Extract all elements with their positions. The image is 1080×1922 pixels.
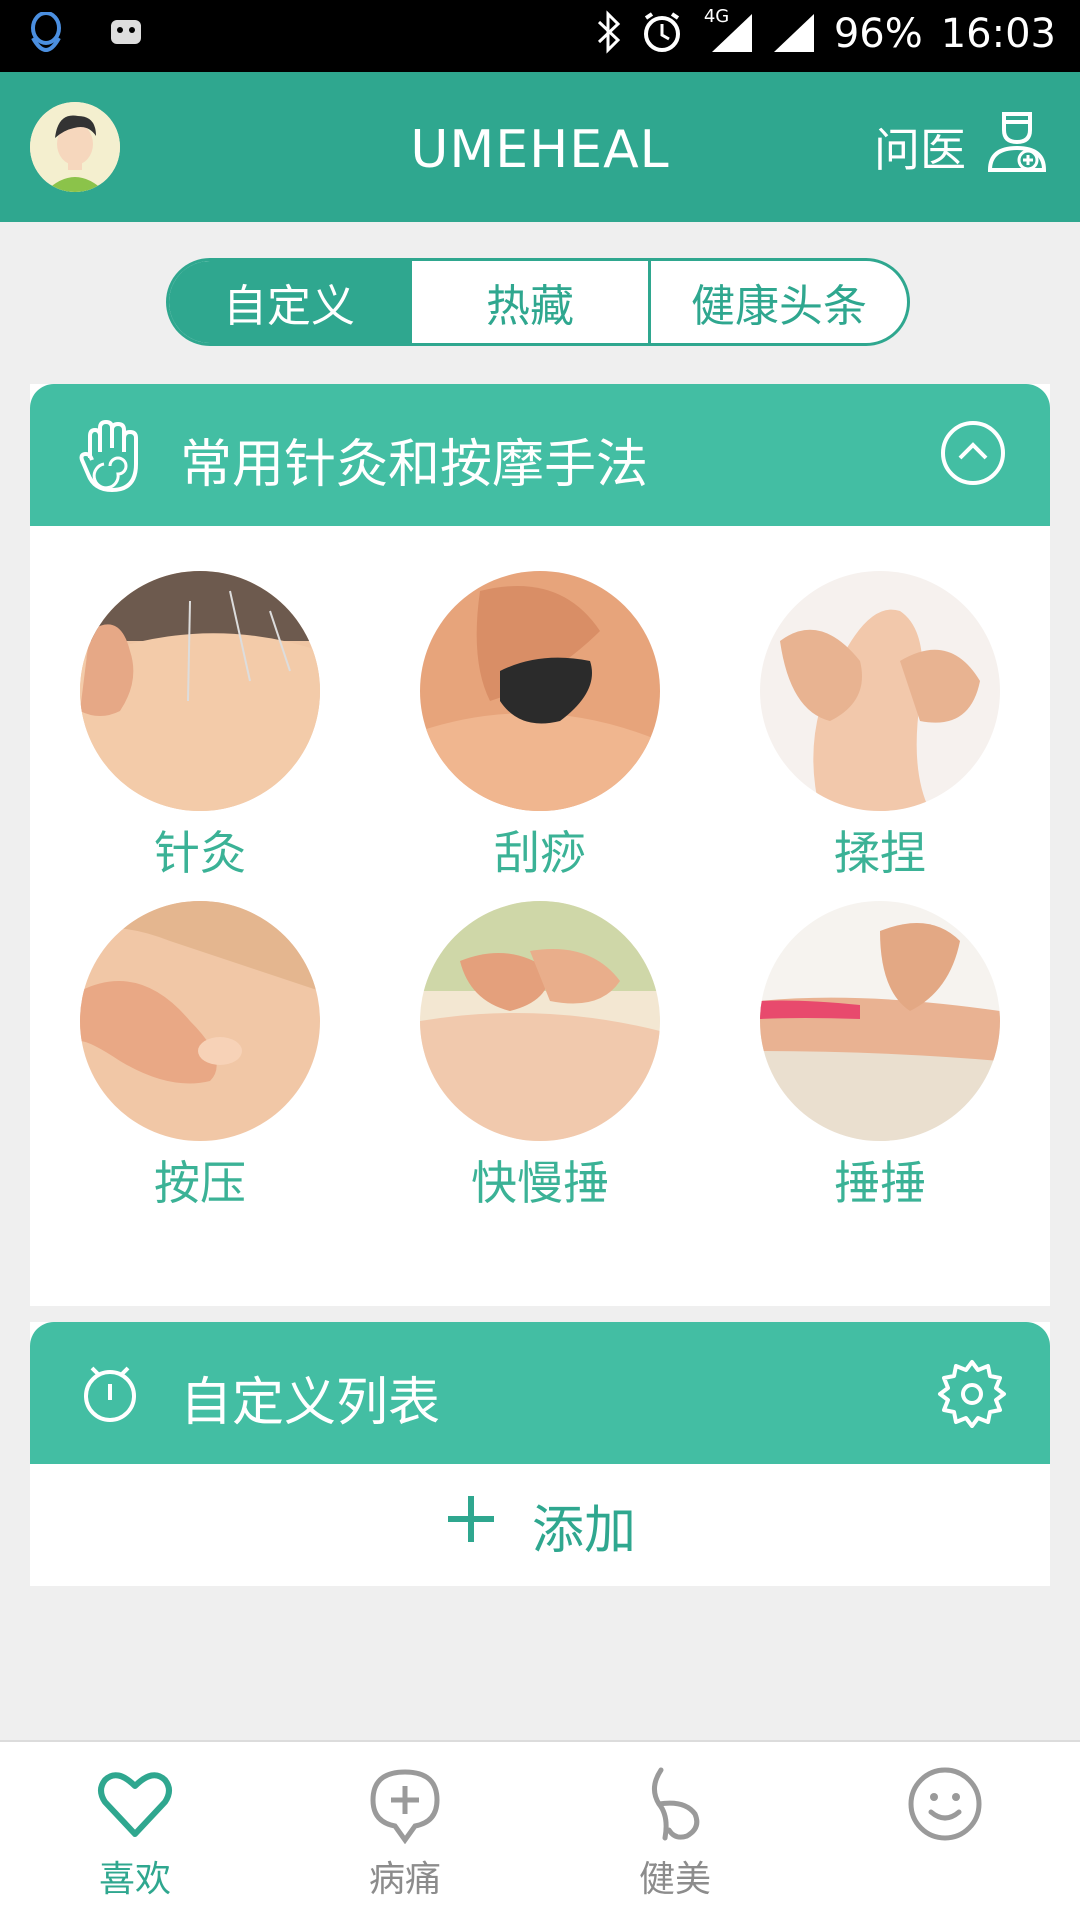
tab-health-headlines[interactable]: 健康头条 [648, 261, 907, 343]
nav-profile[interactable] [875, 1764, 1015, 1850]
technique-pressing[interactable]: 按压 [80, 901, 320, 1213]
add-label: 添加 [531, 1500, 636, 1561]
tab-hot-collection[interactable]: 热藏 [409, 261, 648, 343]
android-icon [108, 12, 144, 62]
battery-level: 96% [833, 11, 923, 57]
acupuncture-image [80, 571, 320, 811]
nav-favorites[interactable]: 喜欢 [65, 1764, 205, 1902]
nav-label: 病痛 [368, 1859, 441, 1900]
techniques-card-title: 常用针灸和按摩手法 [180, 435, 649, 495]
segmented-tabs: 自定义 热藏 健康头条 [166, 258, 910, 346]
techniques-card-header[interactable]: 常用针灸和按摩手法 [30, 384, 1050, 526]
technique-fast-slow-tapping[interactable]: 快慢捶 [420, 901, 660, 1213]
bottom-navigation: 喜欢 病痛 健美 [0, 1740, 1080, 1922]
plus-bubble-icon [365, 1769, 445, 1848]
custom-list-card: 自定义列表 添加 [30, 1322, 1050, 1586]
pressing-image [80, 901, 320, 1141]
nav-fitness[interactable]: 健美 [605, 1764, 745, 1902]
kneading-image [760, 571, 1000, 811]
nav-label: 健美 [638, 1859, 711, 1900]
technique-label: 快慢捶 [471, 1156, 609, 1210]
signal-4g-icon: 4G [702, 6, 754, 58]
technique-kneading[interactable]: 揉捏 [760, 571, 1000, 883]
smiley-icon [905, 1767, 985, 1848]
gear-icon[interactable] [936, 1356, 1008, 1432]
qq-icon [28, 11, 64, 62]
nav-label: 喜欢 [98, 1859, 171, 1900]
doctor-icon [984, 108, 1050, 185]
status-bar: 4G 96% 16:03 [0, 0, 1080, 72]
timer-icon [78, 1356, 142, 1430]
add-button[interactable]: 添加 [30, 1464, 1050, 1586]
technique-label: 刮痧 [494, 826, 586, 880]
technique-gua-sha[interactable]: 刮痧 [420, 571, 660, 883]
clock-time: 16:03 [940, 11, 1056, 57]
techniques-card: 常用针灸和按摩手法 针灸 刮痧 揉捏 按压 快慢捶 捶捶 [30, 384, 1050, 1306]
technique-label: 按压 [154, 1156, 246, 1210]
nav-ailments[interactable]: 病痛 [335, 1764, 475, 1902]
app-bar: UMEHEAL 问医 [0, 72, 1080, 222]
alarm-icon [640, 10, 684, 58]
body-icon [635, 1767, 715, 1848]
technique-label: 揉捏 [834, 826, 926, 880]
ask-doctor-button[interactable]: 问医 [874, 108, 1050, 185]
gua-sha-image [420, 571, 660, 811]
collapse-icon[interactable] [938, 418, 1008, 492]
bluetooth-icon [596, 10, 622, 58]
signal-icon [772, 10, 816, 58]
technique-label: 针灸 [154, 826, 246, 880]
ask-doctor-label: 问医 [874, 122, 966, 177]
heart-icon [95, 1772, 175, 1848]
custom-list-title: 自定义列表 [180, 1373, 441, 1433]
technique-label: 捶捶 [834, 1156, 926, 1210]
technique-tapping[interactable]: 捶捶 [760, 901, 1000, 1213]
tab-custom[interactable]: 自定义 [169, 261, 409, 343]
plus-icon [444, 1492, 498, 1559]
hand-icon [78, 418, 148, 498]
custom-list-card-header: 自定义列表 [30, 1322, 1050, 1464]
tapping-image [760, 901, 1000, 1141]
technique-acupuncture[interactable]: 针灸 [80, 571, 320, 883]
fast-slow-tapping-image [420, 901, 660, 1141]
